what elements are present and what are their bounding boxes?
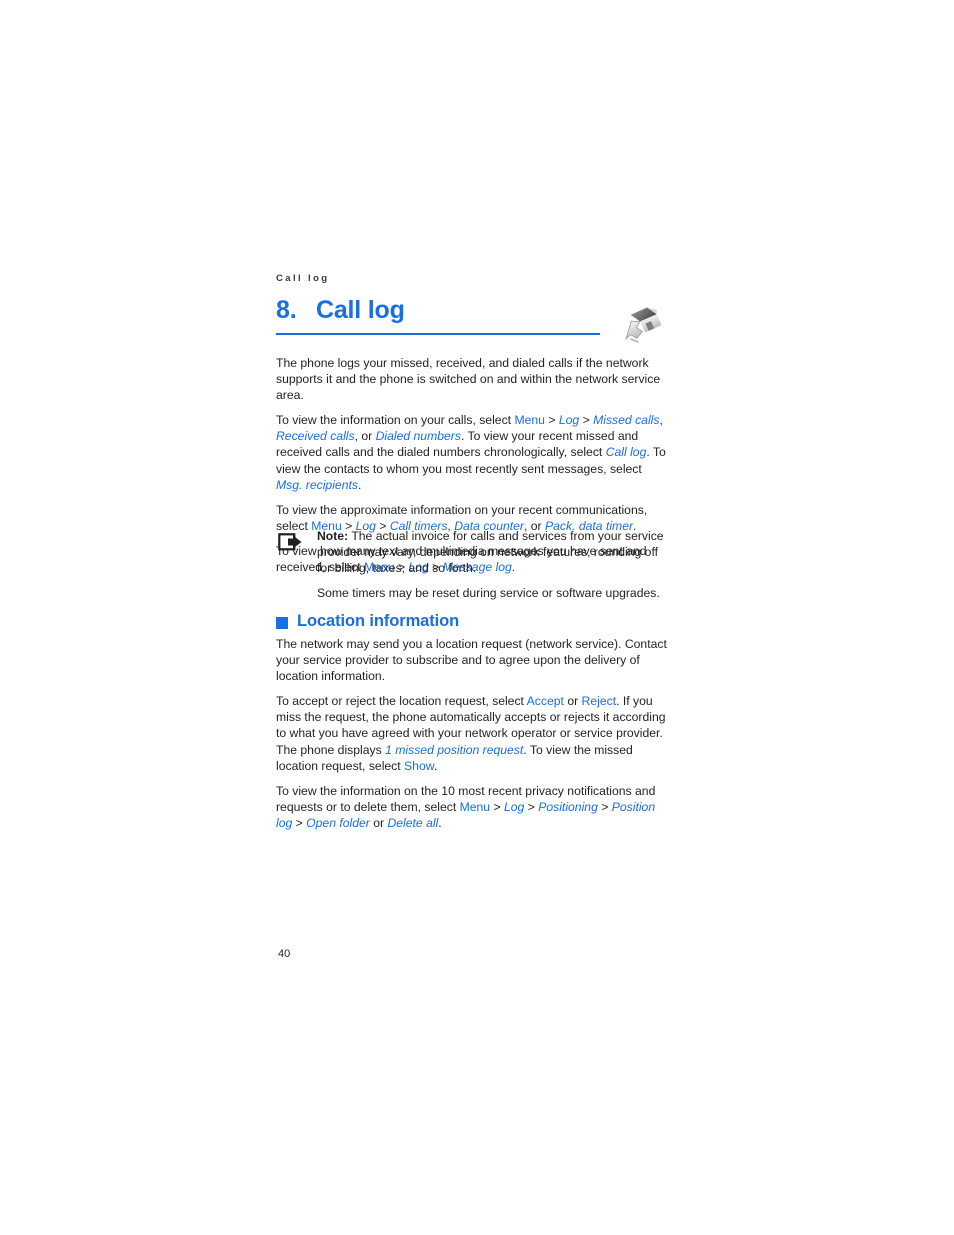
note-lead-label: Note: bbox=[317, 529, 349, 543]
received-calls-menu-item: Received calls bbox=[276, 429, 355, 444]
chapter-number: 8. bbox=[276, 296, 297, 324]
square-bullet-icon bbox=[276, 616, 288, 629]
menu-label: Menu bbox=[514, 413, 545, 428]
text-frag: To accept or reject the location request… bbox=[276, 694, 527, 709]
menu-separator: > bbox=[597, 799, 612, 814]
page-title: 8. Call log bbox=[276, 296, 606, 325]
log-menu-item: Log bbox=[503, 799, 525, 814]
delete-all-menu-item: Delete all bbox=[387, 815, 439, 830]
missed-calls-menu-item: Missed calls bbox=[593, 413, 660, 428]
text-frag: or bbox=[369, 815, 388, 830]
menu-separator: > bbox=[490, 799, 504, 814]
chapter-title-text: Call log bbox=[316, 296, 405, 324]
text-frag: To view the information on your calls, s… bbox=[276, 413, 515, 428]
menu-label: Menu bbox=[459, 799, 491, 814]
positioning-menu-item: Positioning bbox=[538, 799, 598, 814]
note-callout: Note: The actual invoice for calls and s… bbox=[276, 528, 668, 601]
msg-recipients-menu-item: Msg. recipients bbox=[276, 477, 358, 492]
dialed-numbers-menu-item: Dialed numbers bbox=[375, 429, 461, 444]
intro-paragraph: The phone logs your missed, received, an… bbox=[276, 356, 661, 403]
section-title-text: Location information bbox=[297, 612, 460, 630]
menu-separator: > bbox=[579, 413, 594, 428]
note-text: Note: The actual invoice for calls and s… bbox=[317, 528, 668, 601]
menu-separator: > bbox=[524, 799, 539, 814]
note-body-text: The actual invoice for calls and service… bbox=[317, 529, 664, 576]
text-frag: , or bbox=[354, 429, 376, 444]
note-paragraph: Note: The actual invoice for calls and s… bbox=[317, 528, 668, 576]
text-frag: , bbox=[659, 413, 663, 428]
accept-label: Accept bbox=[526, 694, 564, 709]
log-menu-item: Log bbox=[558, 413, 580, 428]
manual-page: Call log 8. Call log The phone logs your… bbox=[0, 0, 954, 1235]
text-frag: . bbox=[357, 477, 362, 492]
show-label: Show bbox=[404, 758, 434, 773]
reject-label: Reject bbox=[581, 694, 617, 709]
location-intro-paragraph: The network may send you a location requ… bbox=[276, 637, 667, 684]
text-frag: or bbox=[563, 694, 582, 709]
privacy-notifications-paragraph: To view the information on the 10 most r… bbox=[276, 783, 672, 831]
menu-separator: > bbox=[544, 413, 559, 428]
note-arrow-icon bbox=[278, 533, 306, 553]
call-log-menu-item: Call log bbox=[605, 445, 647, 460]
text-frag: . bbox=[433, 758, 438, 773]
view-calls-paragraph: To view the information on your calls, s… bbox=[276, 412, 668, 492]
missed-position-request-message: 1 missed position request bbox=[385, 742, 524, 757]
title-divider bbox=[276, 333, 600, 335]
location-information-body: The network may send you a location requ… bbox=[276, 636, 672, 831]
page-number: 40 bbox=[278, 948, 291, 960]
text-frag: . bbox=[438, 815, 442, 830]
running-header: Call log bbox=[276, 273, 330, 284]
note-second-paragraph: Some timers may be reset during service … bbox=[317, 586, 660, 601]
menu-separator: > bbox=[292, 815, 307, 830]
open-folder-menu-item: Open folder bbox=[306, 815, 370, 830]
house-arrow-icon bbox=[610, 300, 670, 352]
section-heading-location-information: Location information bbox=[276, 612, 459, 631]
accept-reject-paragraph: To accept or reject the location request… bbox=[276, 693, 672, 773]
